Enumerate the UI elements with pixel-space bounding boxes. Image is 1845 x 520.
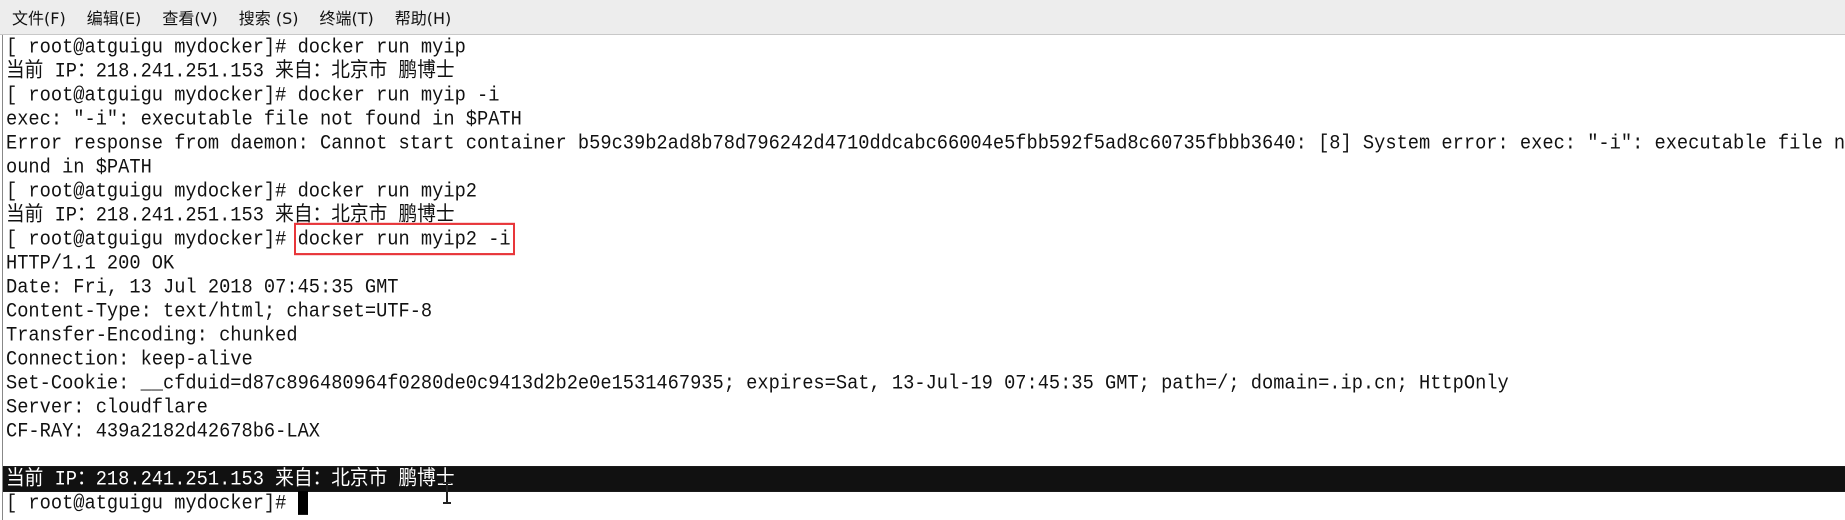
text-cursor <box>297 491 308 515</box>
prompt: [ root@atguigu mydocker]# <box>6 227 298 251</box>
terminal-line: ound in $PATH <box>6 155 152 179</box>
terminal-line: Transfer-Encoding: chunked <box>6 323 298 347</box>
terminal-line: 当前 IP：218.241.251.153 来自：北京市 鹏博士 <box>6 59 455 83</box>
current-prompt-line[interactable]: [ root@atguigu mydocker]# <box>3 490 1845 516</box>
terminal-output[interactable]: [ root@atguigu mydocker]# docker run myi… <box>2 35 1845 520</box>
menu-file[interactable]: 文件(F) <box>3 5 75 29</box>
terminal-line: [ root@atguigu mydocker]# docker run myi… <box>3 178 1845 204</box>
menu-help[interactable]: 帮助(H) <box>386 5 461 29</box>
prompt: [ root@atguigu mydocker]# <box>6 179 298 203</box>
menu-view[interactable]: 查看(V) <box>153 5 226 29</box>
terminal-line: [ root@atguigu mydocker]# docker run myi… <box>3 82 1845 108</box>
terminal-line: 当前 IP：218.241.251.153 来自：北京市 鹏博士 <box>6 203 455 227</box>
prompt: [ root@atguigu mydocker]# <box>6 491 298 515</box>
terminal-line: [ root@atguigu mydocker]# docker run myi… <box>3 34 1845 60</box>
prompt: [ root@atguigu mydocker]# <box>6 35 298 59</box>
command: docker run myip2 <box>297 179 478 203</box>
menu-terminal[interactable]: 终端(T) <box>310 5 382 29</box>
terminal-line: CF-RAY: 439a2182d42678b6-LAX <box>6 419 321 443</box>
highlighted-command: docker run myip2 -i <box>293 222 515 256</box>
selected-line: 当前 IP：218.241.251.153 来自：北京市 鹏博士 <box>3 466 1845 492</box>
terminal-line: Date: Fri, 13 Jul 2018 07:45:35 GMT <box>6 275 399 299</box>
menu-search[interactable]: 搜索 (S) <box>230 5 308 29</box>
terminal-line: exec: "-i": executable file not found in… <box>6 107 522 131</box>
prompt: [ root@atguigu mydocker]# <box>6 83 298 107</box>
terminal-line: Content-Type: text/html; charset=UTF-8 <box>6 299 433 323</box>
command: docker run myip -i <box>297 83 500 107</box>
menu-bar: 文件(F) 编辑(E) 查看(V) 搜索 (S) 终端(T) 帮助(H) <box>0 0 1845 35</box>
terminal-line: Error response from daemon: Cannot start… <box>6 131 1845 155</box>
terminal-line: Connection: keep-alive <box>6 347 253 371</box>
menu-edit[interactable]: 编辑(E) <box>78 5 151 29</box>
terminal-line: HTTP/1.1 200 OK <box>6 251 175 275</box>
terminal-line: Set-Cookie: __cfduid=d87c896480964f0280d… <box>6 371 1509 395</box>
terminal-line: [ root@atguigu mydocker]# docker run myi… <box>3 222 1845 256</box>
command: docker run myip <box>297 35 466 59</box>
terminal-line: Server: cloudflare <box>6 395 208 419</box>
ibeam-cursor-icon <box>443 482 451 504</box>
